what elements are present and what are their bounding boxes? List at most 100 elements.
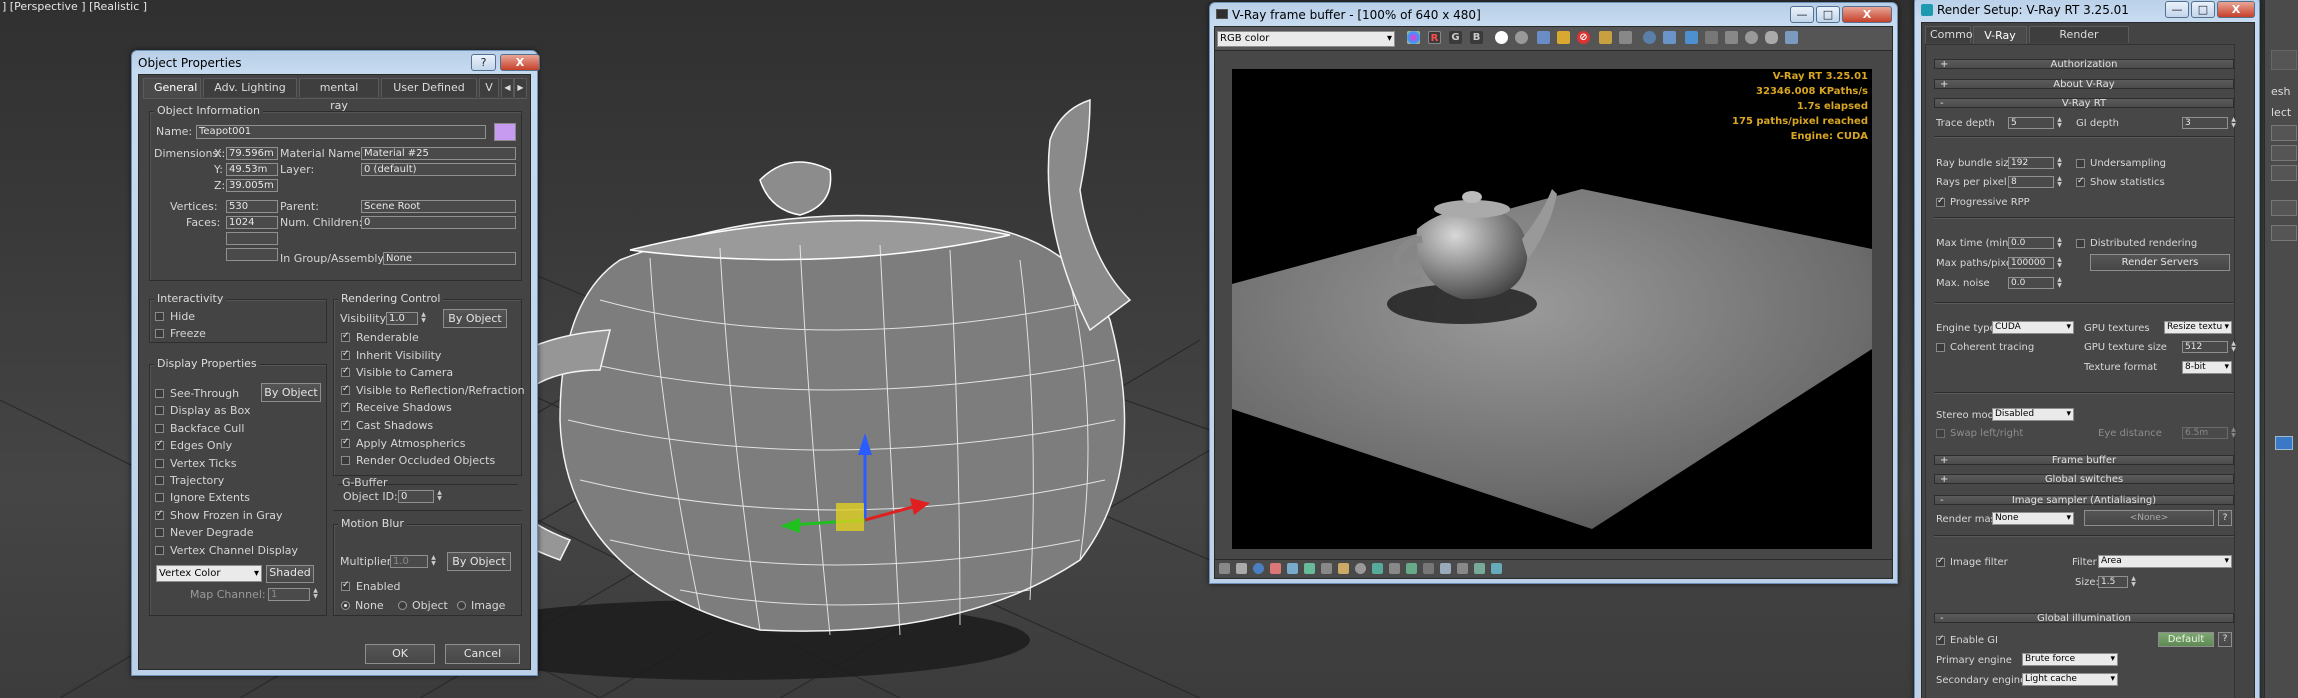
lens-icon[interactable] <box>1745 31 1758 44</box>
save-icon[interactable] <box>1537 31 1550 44</box>
bottom-tool-15-icon[interactable] <box>1457 563 1468 574</box>
command-panel-label-2[interactable]: lect <box>2271 106 2291 119</box>
rs-minimize-button[interactable]: — <box>2165 1 2189 18</box>
render-option-checkbox[interactable] <box>341 384 350 395</box>
max-paths-field[interactable]: 100000 <box>2008 257 2054 269</box>
gpu-texture-size-spinner[interactable]: ▲ ▼ <box>2230 341 2237 354</box>
teapot-icon[interactable] <box>1765 31 1778 44</box>
gray-circle-icon[interactable] <box>1515 31 1528 44</box>
cancel-button[interactable]: Cancel <box>445 644 520 664</box>
blur-image-radio[interactable] <box>457 601 466 610</box>
command-panel-button-d[interactable] <box>2271 200 2297 216</box>
shaded-button[interactable]: Shaded <box>266 565 314 583</box>
visibility-spinner[interactable]: ▲ ▼ <box>420 312 427 325</box>
ray-bundle-spinner[interactable]: ▲ ▼ <box>2056 157 2063 170</box>
motion-blur-by-object-button[interactable]: By Object <box>447 552 511 571</box>
size-spinner[interactable]: ▲ ▼ <box>2130 576 2137 589</box>
display-option-checkbox[interactable] <box>155 406 164 416</box>
tab-general[interactable]: General <box>143 78 201 98</box>
show-statistics-checkbox[interactable] <box>2076 176 2085 187</box>
multiplier-field[interactable]: 1.0 <box>390 555 428 568</box>
folder-icon[interactable] <box>1557 31 1570 44</box>
rs-tab-vray-rt[interactable]: V-Ray RT <box>1973 26 2027 59</box>
render-option-checkbox[interactable] <box>341 349 350 360</box>
texture-format-select[interactable]: 8-bit <box>2182 361 2232 374</box>
gi-depth-field[interactable]: 3 <box>2182 117 2228 129</box>
render-option-checkbox[interactable] <box>341 456 350 466</box>
render-mask-none-button[interactable]: <None> <box>2084 510 2214 526</box>
command-panel-button-c[interactable] <box>2271 165 2297 181</box>
display-option-checkbox[interactable] <box>155 476 164 485</box>
display-option-checkbox[interactable] <box>155 493 164 503</box>
primary-engine-select[interactable]: Brute force <box>2022 653 2118 666</box>
render-option-checkbox[interactable] <box>341 331 350 342</box>
display-option-checkbox[interactable] <box>155 545 164 555</box>
size-field[interactable]: 1.5 <box>2098 576 2128 588</box>
rs-tab-render-elements[interactable]: Render Elements <box>2029 26 2129 57</box>
display-option-checkbox[interactable] <box>155 423 164 433</box>
image-filter-checkbox[interactable] <box>1936 556 1945 567</box>
link-icon[interactable] <box>1685 31 1698 44</box>
rollout-global-switches[interactable]: + Global switches <box>1934 474 2234 485</box>
stereo-mode-select[interactable]: Disabled <box>1992 408 2074 421</box>
engine-type-select[interactable]: CUDA <box>1992 321 2074 334</box>
rollout-authorization[interactable]: + Authorization <box>1934 59 2234 70</box>
history-icon[interactable] <box>1725 31 1738 44</box>
eye-distance-field[interactable]: 6.5m <box>2182 427 2228 439</box>
render-option-checkbox[interactable] <box>341 401 350 413</box>
command-panel-button-b[interactable] <box>2271 145 2297 161</box>
eye-distance-spinner[interactable]: ▲ ▼ <box>2230 427 2237 440</box>
max-time-field[interactable]: 0.0 <box>2008 237 2054 249</box>
blur-object-radio[interactable] <box>398 601 407 610</box>
bottom-tool-12-icon[interactable] <box>1406 563 1417 574</box>
color-wheel-icon[interactable] <box>1407 31 1420 44</box>
display-by-object-button[interactable]: By Object <box>261 383 321 402</box>
tab-user-defined[interactable]: User Defined <box>381 78 477 97</box>
bottom-tool-2-icon[interactable] <box>1236 563 1247 574</box>
white-circle-icon[interactable] <box>1495 31 1508 44</box>
rollout-about-vray[interactable]: + About V-Ray <box>1934 79 2234 90</box>
ok-button[interactable]: OK <box>365 644 435 664</box>
hide-checkbox[interactable] <box>155 312 164 321</box>
freeze-checkbox[interactable] <box>155 329 164 338</box>
green-channel-icon[interactable]: G <box>1449 31 1462 44</box>
render-icon[interactable] <box>1663 31 1676 44</box>
bottom-tool-5-icon[interactable] <box>1287 563 1298 574</box>
render-mask-help-button[interactable]: ? <box>2218 510 2232 526</box>
command-panel-button-e[interactable] <box>2271 225 2297 241</box>
render-mask-select[interactable]: None <box>1992 512 2074 525</box>
tab-scroll-right-icon[interactable]: ▶ <box>514 78 527 97</box>
vfb-close-button[interactable]: X <box>1842 6 1892 23</box>
object-id-field[interactable]: 0 <box>398 490 434 503</box>
rays-per-pixel-spinner[interactable]: ▲ ▼ <box>2056 176 2063 189</box>
minimize-button[interactable]: — <box>1790 6 1814 23</box>
compare-icon[interactable] <box>1705 31 1718 44</box>
bottom-tool-8-icon[interactable] <box>1338 563 1349 574</box>
bottom-tool-1-icon[interactable] <box>1219 563 1230 574</box>
coherent-tracing-checkbox[interactable] <box>1936 343 1945 352</box>
blur-none-radio[interactable] <box>341 601 350 610</box>
render-option-checkbox[interactable] <box>341 419 350 430</box>
maximize-button[interactable]: □ <box>1816 6 1840 23</box>
rollout-frame-buffer[interactable]: + Frame buffer <box>1934 455 2234 466</box>
max-time-spinner[interactable]: ▲ ▼ <box>2056 237 2063 250</box>
blue-channel-icon[interactable]: B <box>1470 31 1483 44</box>
stop-icon[interactable]: ⊘ <box>1577 31 1590 44</box>
settings-icon[interactable] <box>1785 31 1798 44</box>
map-channel-field[interactable]: 1 <box>268 588 310 601</box>
command-panel-label-1[interactable]: esh <box>2271 85 2290 98</box>
render-servers-button[interactable]: Render Servers <box>2090 254 2230 271</box>
vertex-color-select[interactable]: Vertex Color <box>156 565 262 582</box>
bottom-tool-6-icon[interactable] <box>1304 563 1315 574</box>
bottom-tool-7-icon[interactable] <box>1321 563 1332 574</box>
rollout-global-illumination[interactable]: - Global illumination <box>1934 613 2234 624</box>
bottom-tool-4-icon[interactable] <box>1270 563 1281 574</box>
track-mouse-icon[interactable] <box>1599 31 1612 44</box>
motion-blur-enabled-checkbox[interactable] <box>341 580 350 591</box>
rs-close-button[interactable]: X <box>2217 1 2255 18</box>
rollout-vray-rt[interactable]: - V-Ray RT <box>1934 98 2234 109</box>
multiplier-spinner[interactable]: ▲ ▼ <box>430 555 437 568</box>
display-option-checkbox[interactable] <box>155 439 164 451</box>
filter-select[interactable]: Area <box>2098 555 2232 568</box>
secondary-engine-select[interactable]: Light cache <box>2022 673 2118 686</box>
